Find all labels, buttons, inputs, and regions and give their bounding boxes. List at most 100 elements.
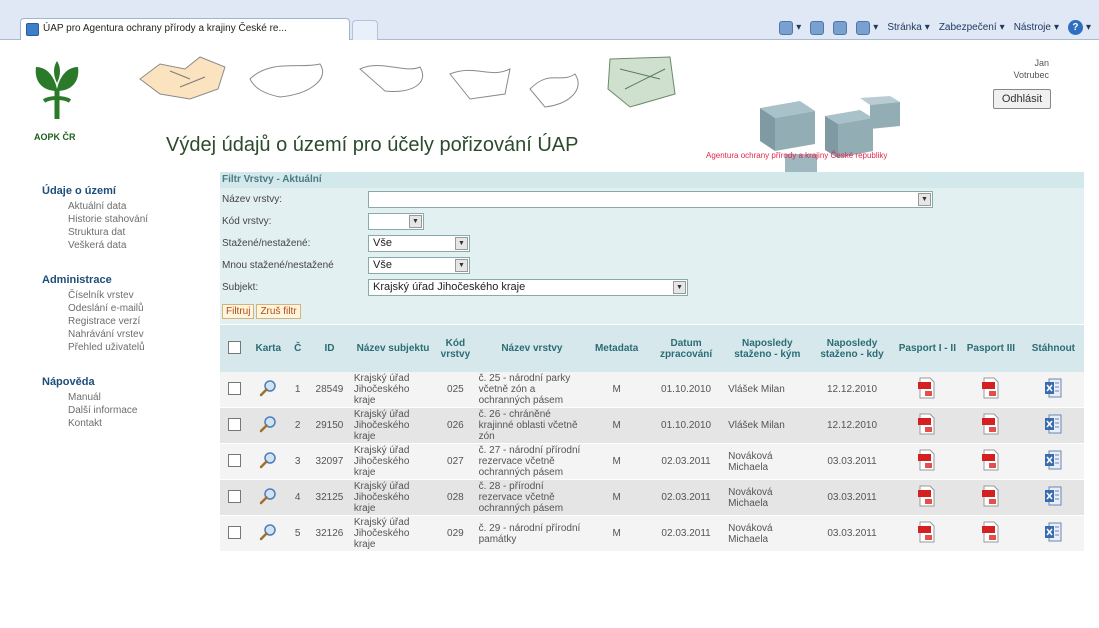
home-button[interactable]: ▾ <box>779 20 801 35</box>
sidebar-item-users-overview[interactable]: Přehled uživatelů <box>42 341 202 354</box>
magnifier-icon[interactable] <box>259 523 277 541</box>
chevron-down-icon: ▼ <box>918 192 931 206</box>
magnifier-icon[interactable] <box>259 487 277 505</box>
pdf-icon[interactable] <box>981 413 1001 435</box>
row-checkbox[interactable] <box>227 525 241 539</box>
my-downloaded-label: Mnou stažené/nestažené <box>222 259 334 271</box>
filter-button[interactable]: Filtruj <box>222 303 255 319</box>
download-icon[interactable] <box>1044 485 1062 507</box>
row-metadata-link[interactable]: M <box>587 372 647 408</box>
print-button[interactable]: ▾ <box>856 20 878 35</box>
sidebar-item-current-data[interactable]: Aktuální data <box>42 200 202 213</box>
column-header[interactable]: Kód vrstvy <box>434 325 477 372</box>
row-processing-date: 02.03.2011 <box>646 479 727 516</box>
browser-tab[interactable]: ÚAP pro Agentura ochrany přírody a kraji… <box>20 18 350 40</box>
sidebar-item-upload-layers[interactable]: Nahrávání vrstev <box>42 328 202 341</box>
feeds-button[interactable] <box>810 20 825 35</box>
column-header[interactable]: Název vrstvy <box>476 325 588 372</box>
row-checkbox[interactable] <box>227 417 241 431</box>
filter-row-layer-code: Kód vrstvy: ▼ <box>220 210 1084 232</box>
column-header[interactable]: Karta <box>248 325 289 372</box>
magnifier-icon[interactable] <box>259 379 277 397</box>
magnifier-icon[interactable] <box>259 451 277 469</box>
row-processing-date: 01.10.2010 <box>646 407 727 444</box>
pdf-icon[interactable] <box>917 449 937 471</box>
chevron-down-icon: ▼ <box>455 236 468 250</box>
chevron-down-icon: ▼ <box>455 258 468 272</box>
sidebar-item-all-data[interactable]: Veškerá data <box>42 239 202 252</box>
column-header[interactable]: Č <box>288 325 308 372</box>
logout-button[interactable]: Odhlásit <box>993 89 1051 109</box>
layer-name-select[interactable]: ▼ <box>368 190 933 208</box>
sidebar-item-contact[interactable]: Kontakt <box>42 417 202 430</box>
download-icon[interactable] <box>1044 377 1062 399</box>
sidebar-item-data-structure[interactable]: Struktura dat <box>42 226 202 239</box>
new-tab-button[interactable] <box>352 20 378 40</box>
row-downloaded-by: Nováková Michaela <box>726 479 809 516</box>
pdf-icon[interactable] <box>917 485 937 507</box>
card-cell <box>248 443 289 480</box>
tools-menu[interactable]: Nástroje ▾ <box>1014 22 1059 33</box>
layer-code-select[interactable]: ▼ <box>368 212 424 230</box>
sidebar-item-send-emails[interactable]: Odeslání e-mailů <box>42 302 202 315</box>
column-header[interactable]: Stáhnout <box>1022 325 1084 372</box>
column-header[interactable]: Pasport I - II <box>895 325 960 372</box>
sidebar-item-more-info[interactable]: Další informace <box>42 404 202 417</box>
my-downloaded-select[interactable]: Vše ▼ <box>368 256 470 274</box>
mail-button[interactable] <box>833 20 848 35</box>
sidebar-section-help: Nápověda Manuál Další informace Kontakt <box>42 376 202 430</box>
column-header[interactable]: ID <box>307 325 352 372</box>
help-menu[interactable]: ? ▾ <box>1067 20 1091 35</box>
filter-panel: Filtr Vrstvy - Aktuální Název vrstvy: ▼ … <box>220 172 1084 324</box>
row-id: 32125 <box>307 479 352 516</box>
downloaded-select[interactable]: Vše ▼ <box>368 234 470 252</box>
row-metadata-link[interactable]: M <box>587 443 647 480</box>
tab-title: ÚAP pro Agentura ochrany přírody a kraji… <box>43 23 287 34</box>
download-icon[interactable] <box>1044 449 1062 471</box>
row-processing-date: 01.10.2010 <box>646 372 727 408</box>
browser-toolbar: ▾ ▾ Stránka ▾ Zabezpečení ▾ Nástroje ▾ ? ▾ <box>779 20 1091 35</box>
pdf-icon[interactable] <box>981 377 1001 399</box>
row-number: 2 <box>288 407 308 444</box>
pdf-icon[interactable] <box>981 485 1001 507</box>
security-menu[interactable]: Zabezpečení ▾ <box>939 22 1005 33</box>
row-metadata-link[interactable]: M <box>587 407 647 444</box>
row-metadata-link[interactable]: M <box>587 479 647 516</box>
sidebar-item-layer-codebook[interactable]: Číselník vrstev <box>42 289 202 302</box>
sidebar-item-download-history[interactable]: Historie stahování <box>42 213 202 226</box>
row-downloaded-by: Nováková Michaela <box>726 515 809 552</box>
column-header[interactable]: Naposledy staženo - kdy <box>808 325 896 372</box>
download-cell <box>1022 515 1084 552</box>
row-subject: Krajský úřad Jihočeského kraje <box>351 407 435 444</box>
download-icon[interactable] <box>1044 521 1062 543</box>
user-first-name: Jan <box>1034 58 1049 68</box>
table-row: 1 28549 Krajský úřad Jihočeského kraje 0… <box>220 372 1084 408</box>
column-header[interactable]: Pasport III <box>959 325 1023 372</box>
column-header[interactable]: Název subjektu <box>351 325 435 372</box>
row-metadata-link[interactable]: M <box>587 515 647 552</box>
pdf-icon[interactable] <box>917 377 937 399</box>
column-header[interactable]: Naposledy staženo - kým <box>726 325 809 372</box>
cancel-filter-button[interactable]: Zruš filtr <box>256 303 301 319</box>
row-id: 28549 <box>307 372 352 408</box>
sidebar-item-version-registration[interactable]: Registrace verzí <box>42 315 202 328</box>
row-checkbox[interactable] <box>227 489 241 503</box>
row-checkbox[interactable] <box>227 381 241 395</box>
row-layer-code: 025 <box>434 372 477 408</box>
select-all-checkbox[interactable] <box>227 340 241 354</box>
pdf-icon[interactable] <box>981 521 1001 543</box>
pdf-icon[interactable] <box>981 449 1001 471</box>
pdf-icon[interactable] <box>917 413 937 435</box>
sidebar-item-manual[interactable]: Manuál <box>42 391 202 404</box>
row-checkbox[interactable] <box>227 453 241 467</box>
column-header[interactable]: Datum zpracování <box>646 325 727 372</box>
subject-select[interactable]: Krajský úřad Jihočeského kraje ▼ <box>368 278 688 296</box>
pdf-icon[interactable] <box>917 521 937 543</box>
column-header[interactable]: Metadata <box>587 325 647 372</box>
download-icon[interactable] <box>1044 413 1062 435</box>
row-layer-code: 029 <box>434 515 477 552</box>
magnifier-icon[interactable] <box>259 415 277 433</box>
row-subject: Krajský úřad Jihočeského kraje <box>351 443 435 480</box>
downloaded-label: Stažené/nestažené: <box>222 237 311 249</box>
page-menu[interactable]: Stránka ▾ <box>887 22 930 33</box>
